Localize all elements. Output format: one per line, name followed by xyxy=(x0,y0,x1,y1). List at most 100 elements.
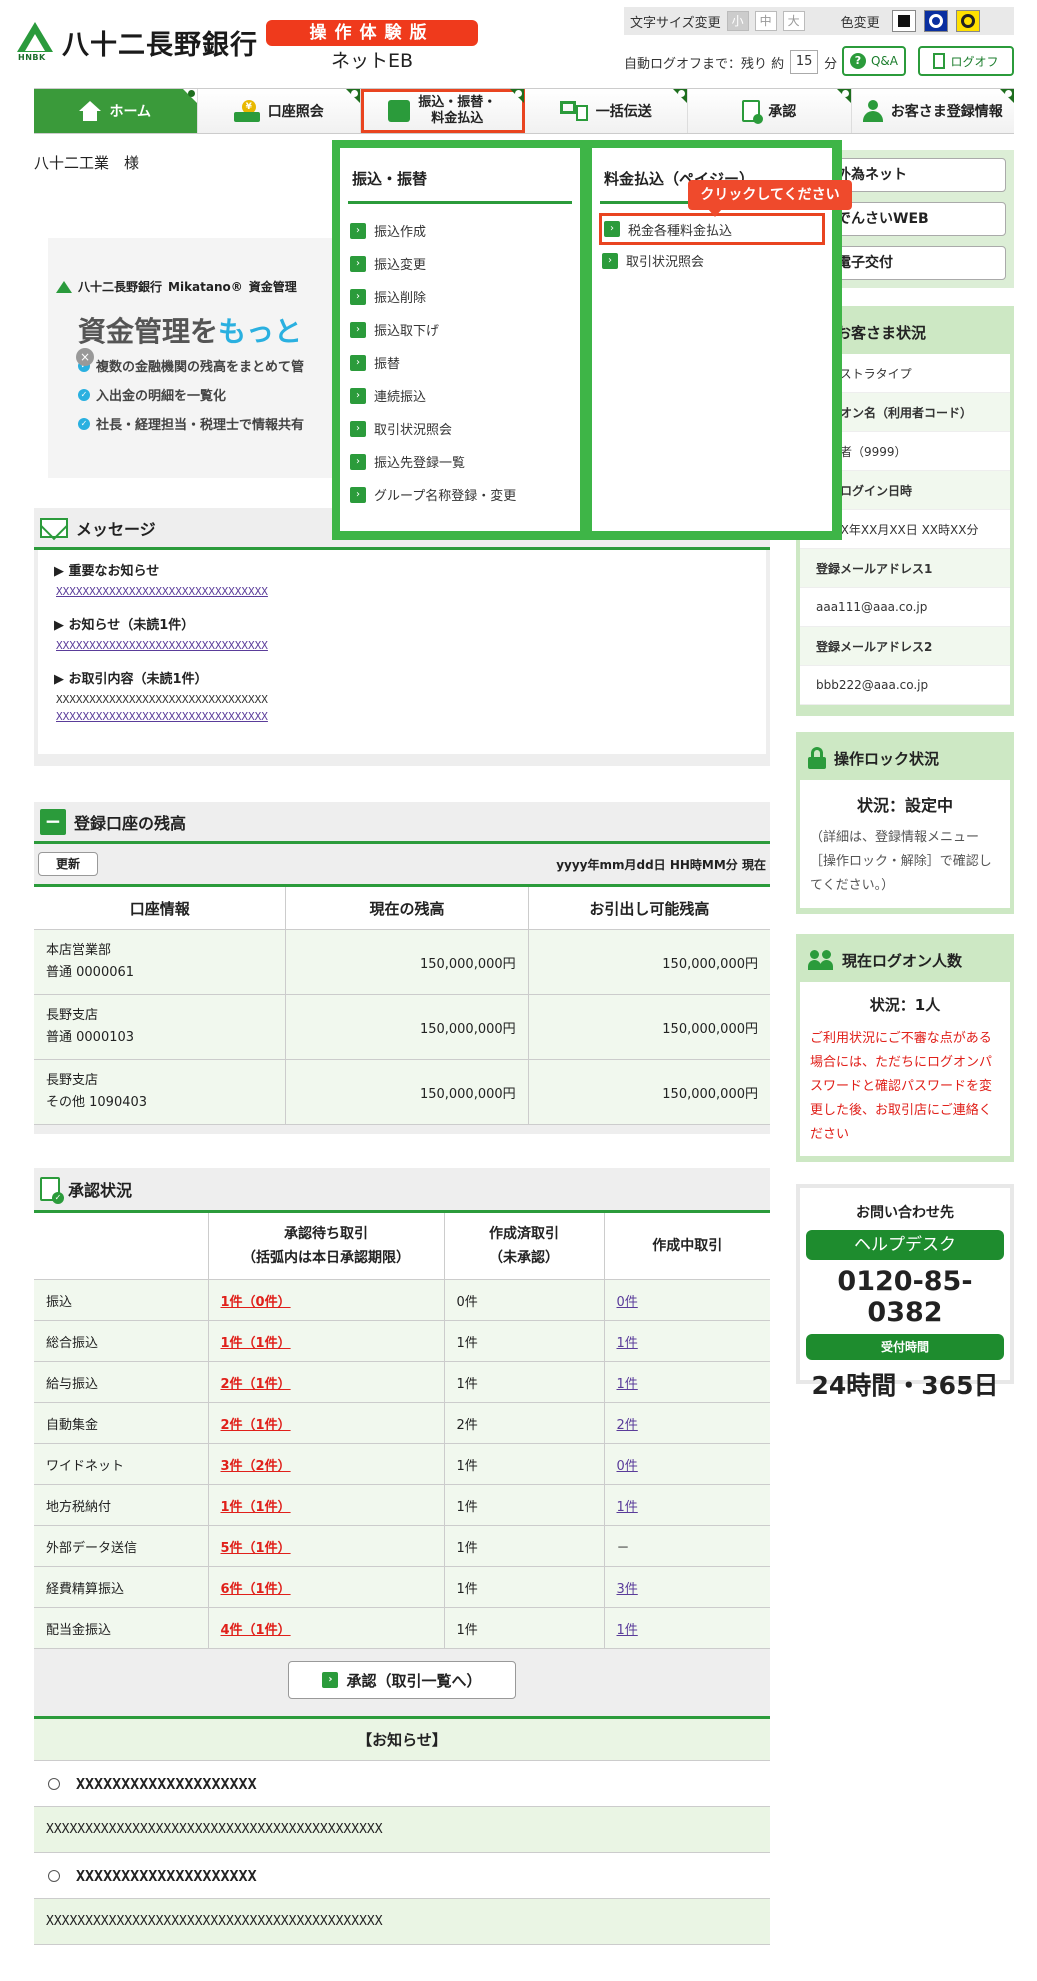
nav-approval[interactable]: 承認 xyxy=(688,89,852,133)
table-row: 長野支店 その他 1090403 150,000,000円 150,000,000… xyxy=(34,1059,770,1125)
nav-customer-info[interactable]: お客さま登録情報 xyxy=(851,89,1014,133)
column-header-created: 作成済取引 （未承認） xyxy=(444,1210,605,1280)
menu-item[interactable]: › 振込取下げ xyxy=(340,313,580,346)
logoff-button[interactable]: ログオフ xyxy=(918,46,1014,76)
waiting-count-link[interactable]: 4件（1件） xyxy=(221,1623,291,1638)
logoff-icon xyxy=(933,53,946,69)
table-row: 配当金振込 4件（1件） 1件 1件 xyxy=(34,1607,770,1649)
users-icon xyxy=(808,950,834,970)
close-icon[interactable]: × xyxy=(76,348,94,366)
waiting-count-link[interactable]: 1件（1件） xyxy=(221,1336,291,1351)
circle-bullet-icon xyxy=(48,1869,60,1882)
message-link[interactable]: XXXXXXXXXXXXXXXXXXXXXXXXXXXXXXXX xyxy=(56,710,766,723)
arrow-right-icon: › xyxy=(350,354,366,371)
inprogress-count-link[interactable]: 0件 xyxy=(617,1295,638,1310)
click-here-tooltip: クリックしてください xyxy=(688,180,852,217)
status-value: aaa111@aaa.co.jp xyxy=(800,588,1010,627)
approval-list-button[interactable]: › 承認（取引一覧へ） xyxy=(288,1661,516,1699)
column-header: 現在の残高 xyxy=(285,884,529,930)
waiting-count-link[interactable]: 2件（1件） xyxy=(221,1377,291,1392)
message-section-heading: ▶ 重要なお知らせ xyxy=(54,564,160,579)
bank-logo-icon: HNBK xyxy=(14,22,56,62)
message-section: ▶ お取引内容（未読1件） XXXXXXXXXXXXXXXXXXXXXXXXXX… xyxy=(38,658,766,729)
font-size-small-button[interactable]: 小 xyxy=(726,11,749,31)
contact-box: お問い合わせ先 ヘルプデスク 0120-85-0382 受付時間 24時間・36… xyxy=(796,1184,1014,1400)
inprogress-count-link[interactable]: 3件 xyxy=(617,1582,638,1597)
menu-item-tax-payment[interactable]: › 税金各種料金払込 xyxy=(599,213,825,245)
menu-item[interactable]: › 取引状況照会 xyxy=(340,412,580,445)
waiting-count-link[interactable]: 2件（1件） xyxy=(221,1418,291,1433)
current-balance: 150,000,000円 xyxy=(285,1059,529,1125)
arrow-right-icon: › xyxy=(350,486,366,503)
nav-transfer-payment[interactable]: 振込・振替・ 料金払込 xyxy=(361,89,525,133)
lock-icon xyxy=(808,747,826,769)
helpdesk-phone: 0120-85-0382 xyxy=(837,1266,973,1328)
created-count: 1件 xyxy=(456,1622,478,1638)
color-yellow-button[interactable] xyxy=(955,10,980,32)
menu-item[interactable]: › 連続振込 xyxy=(340,379,580,412)
approval-doc-icon xyxy=(742,100,764,124)
balance-panel: − 登録口座の残高 更新 yyyy年mm月dd日 HH時MM分 現在 口座情報 … xyxy=(34,802,770,1134)
menu-item[interactable]: › 振込作成 xyxy=(340,214,580,247)
inprogress-count-link[interactable]: 1件 xyxy=(617,1377,638,1392)
inprogress-count-link: － xyxy=(616,1540,630,1556)
transaction-type: 経費精算振込 xyxy=(46,1581,125,1597)
notice-item[interactable]: XXXXXXXXXXXXXXXXXXXX xyxy=(34,1853,770,1899)
logon-status: 状況：1人 xyxy=(869,996,941,1014)
nav-account-inquiry[interactable]: ¥ 口座照会 xyxy=(197,89,361,133)
menu-item[interactable]: › グループ名称登録・変更 xyxy=(340,478,580,511)
banner-feature-list: ✓複数の金融機関の残高をまとめて管 ✓入出金の明細を一覧化 ✓社長・経理担当・税… xyxy=(78,356,304,443)
collapse-icon[interactable]: − xyxy=(40,808,66,835)
arrow-right-icon: › xyxy=(350,255,366,272)
status-label: 登録メールアドレス2 xyxy=(800,627,1010,666)
menu-item-payment-inquiry[interactable]: › 取引状況照会 xyxy=(592,244,832,277)
color-blue-button[interactable] xyxy=(923,10,948,32)
promo-banner[interactable]: 八十二長野銀行 Mikatano® 資金管理 資金管理をもっと ✓複数の金融機関… xyxy=(48,238,348,478)
qa-button[interactable]: ? Q&A xyxy=(842,46,906,76)
waiting-count-link[interactable]: 1件（1件） xyxy=(221,1500,291,1515)
menu-item[interactable]: › 振込削除 xyxy=(340,280,580,313)
column-header-inprogress: 作成中取引 xyxy=(604,1210,770,1280)
arrow-right-icon: › xyxy=(322,1672,339,1688)
transfer-icon xyxy=(388,100,411,122)
account-info: 本店営業部 普通 0000061 xyxy=(34,929,287,995)
inprogress-count-link[interactable]: 0件 xyxy=(617,1459,638,1474)
logon-count-box: 現在ログオン人数 状況：1人 ご利用状況にご不審な点がある場合には、ただちにログ… xyxy=(796,934,1014,1162)
inprogress-count-link[interactable]: 2件 xyxy=(617,1418,638,1433)
bank-name: 八十二長野銀行 xyxy=(62,29,258,61)
approval-icon xyxy=(40,1177,64,1204)
nav-home[interactable]: ホーム xyxy=(34,89,198,133)
font-size-medium-button[interactable]: 中 xyxy=(754,11,777,31)
waiting-count-link[interactable]: 1件（0件） xyxy=(221,1295,291,1310)
menu-item[interactable]: › 振替 xyxy=(340,346,580,379)
message-section-heading: ▶ お知らせ（未読1件） xyxy=(54,618,195,633)
notice-item[interactable]: XXXXXXXXXXXXXXXXXXXX xyxy=(34,1761,770,1807)
logon-title: 現在ログオン人数 xyxy=(800,938,1010,982)
waiting-count-link[interactable]: 5件（1件） xyxy=(221,1541,291,1556)
notice-title: 【お知らせ】 xyxy=(34,1719,770,1761)
menu-item[interactable]: › 振込先登録一覧 xyxy=(340,445,580,478)
contact-title: お問い合わせ先 xyxy=(856,1205,954,1221)
status-value: bbb222@aaa.co.jp xyxy=(800,666,1010,705)
message-section: ▶ 重要なお知らせ XXXXXXXXXXXXXXXXXXXXXXXXXXXXXX… xyxy=(38,550,766,604)
inprogress-count-link[interactable]: 1件 xyxy=(617,1336,638,1351)
update-button[interactable]: 更新 xyxy=(38,852,98,876)
message-link[interactable]: XXXXXXXXXXXXXXXXXXXXXXXXXXXXXXXX xyxy=(56,585,766,598)
table-row: 給与振込 2件（1件） 1件 1件 xyxy=(34,1361,770,1403)
waiting-count-link[interactable]: 3件（2件） xyxy=(221,1459,291,1474)
menu-item[interactable]: › 振込変更 xyxy=(340,247,580,280)
color-black-button[interactable] xyxy=(891,10,916,32)
banner-header: 八十二長野銀行 Mikatano® 資金管理 xyxy=(56,278,297,295)
created-count: 0件 xyxy=(456,1294,478,1310)
nav-bulk-transmission[interactable]: 一括伝送 xyxy=(524,89,688,133)
inprogress-count-link[interactable]: 1件 xyxy=(617,1500,638,1515)
inprogress-count-link[interactable]: 1件 xyxy=(617,1623,638,1638)
waiting-count-link[interactable]: 6件（1件） xyxy=(221,1582,291,1597)
arrow-right-icon: › xyxy=(604,221,620,237)
banner-feature: ✓複数の金融機関の残高をまとめて管 xyxy=(78,356,304,375)
message-link[interactable]: XXXXXXXXXXXXXXXXXXXXXXXXXXXXXXXX xyxy=(56,639,766,652)
font-size-large-button[interactable]: 大 xyxy=(782,11,805,31)
approval-panel: 承認状況 承認待ち取引（括弧内は本日承認期限） 作成済取引（未承認） 作成中取引… xyxy=(34,1168,770,1718)
circle-bullet-icon xyxy=(48,1777,60,1790)
nav-transfer-line2: 料金払込 xyxy=(431,111,484,126)
